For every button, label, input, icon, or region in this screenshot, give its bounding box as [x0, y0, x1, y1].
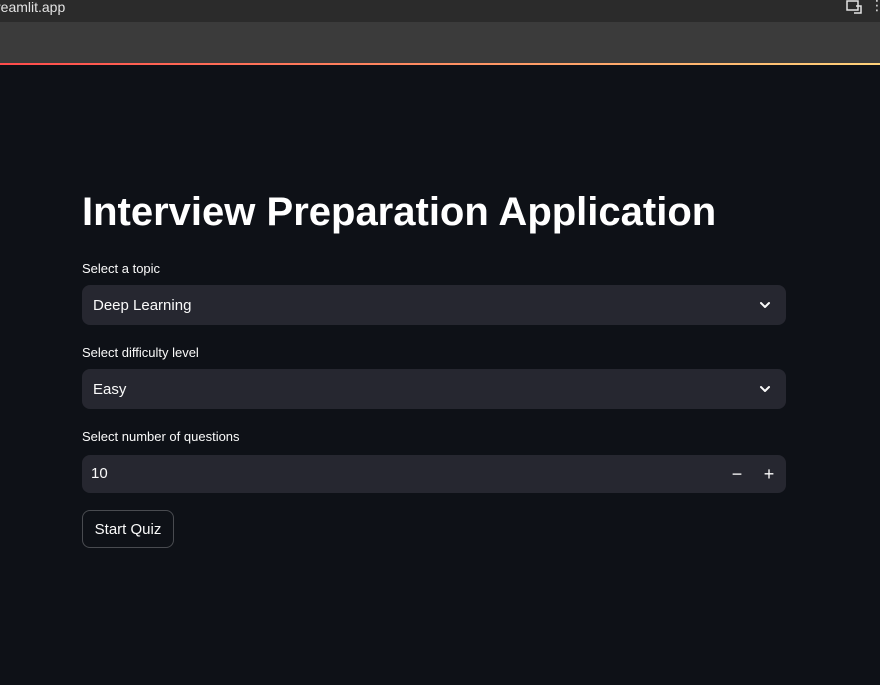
questions-label: Select number of questions	[82, 429, 240, 444]
share-icon[interactable]	[846, 0, 862, 14]
chevron-down-icon	[760, 386, 770, 392]
questions-value[interactable]: 10	[91, 465, 108, 482]
increment-button[interactable]: +	[753, 455, 785, 493]
difficulty-label: Select difficulty level	[82, 345, 199, 360]
topic-select-value: Deep Learning	[93, 296, 192, 314]
app-toolbar	[0, 22, 880, 63]
difficulty-select[interactable]: Easy	[82, 369, 786, 409]
topic-select[interactable]: Deep Learning	[82, 285, 786, 325]
header-decoration	[0, 63, 880, 65]
start-quiz-button[interactable]: Start Quiz	[82, 510, 174, 548]
page-title: Interview Preparation Application	[82, 190, 717, 234]
more-vertical-icon[interactable]: ⋮	[870, 0, 880, 14]
decrement-button[interactable]: −	[721, 455, 753, 493]
url-text[interactable]: reamlit.app	[0, 0, 65, 18]
browser-url-bar[interactable]: reamlit.app ⋮	[0, 0, 880, 22]
questions-number-input[interactable]: 10 − +	[82, 455, 786, 493]
topic-label: Select a topic	[82, 261, 161, 276]
difficulty-select-value: Easy	[93, 380, 127, 398]
chevron-down-icon	[760, 302, 770, 308]
